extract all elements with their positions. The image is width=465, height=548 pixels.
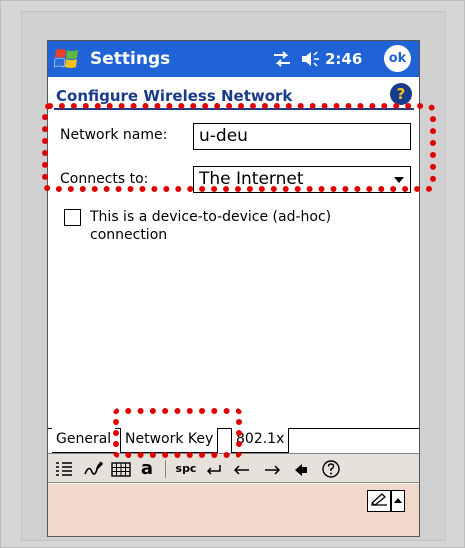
enter-icon[interactable] xyxy=(204,458,224,480)
menu-bar xyxy=(48,484,419,536)
right-arrow-icon[interactable] xyxy=(262,458,282,480)
adhoc-checkbox-label[interactable]: This is a device-to-device (ad-hoc) conn… xyxy=(90,208,390,244)
ok-button[interactable]: ok xyxy=(384,45,411,72)
handwriting-icon[interactable] xyxy=(82,458,104,480)
volume-icon[interactable] xyxy=(300,49,320,69)
list-icon[interactable] xyxy=(54,458,74,480)
windows-start-icon[interactable] xyxy=(54,46,80,72)
title-bar: Settings 2:46 ok xyxy=(48,41,419,77)
help-icon[interactable]: ? xyxy=(390,83,412,105)
space-button[interactable]: spc xyxy=(174,458,198,480)
input-method-menu-arrow[interactable] xyxy=(391,490,405,512)
connectivity-icon[interactable] xyxy=(272,50,292,68)
left-arrow-icon[interactable] xyxy=(232,458,252,480)
clock[interactable]: 2:46 xyxy=(325,50,362,68)
highlight-network-key-tab xyxy=(113,408,242,458)
tab-general[interactable]: General xyxy=(52,428,116,453)
backspace-icon[interactable] xyxy=(292,458,310,480)
letter-recognizer-button[interactable]: a xyxy=(140,458,154,480)
input-method-button[interactable] xyxy=(367,490,391,512)
pen-keyboard-icon xyxy=(370,493,387,506)
highlight-network-fields xyxy=(42,103,436,192)
app-title: Settings xyxy=(90,49,171,69)
help-circle-icon[interactable] xyxy=(320,458,342,480)
adhoc-checkbox[interactable] xyxy=(64,209,81,226)
toolbar-separator xyxy=(165,460,166,478)
keyboard-icon[interactable] xyxy=(110,458,132,480)
